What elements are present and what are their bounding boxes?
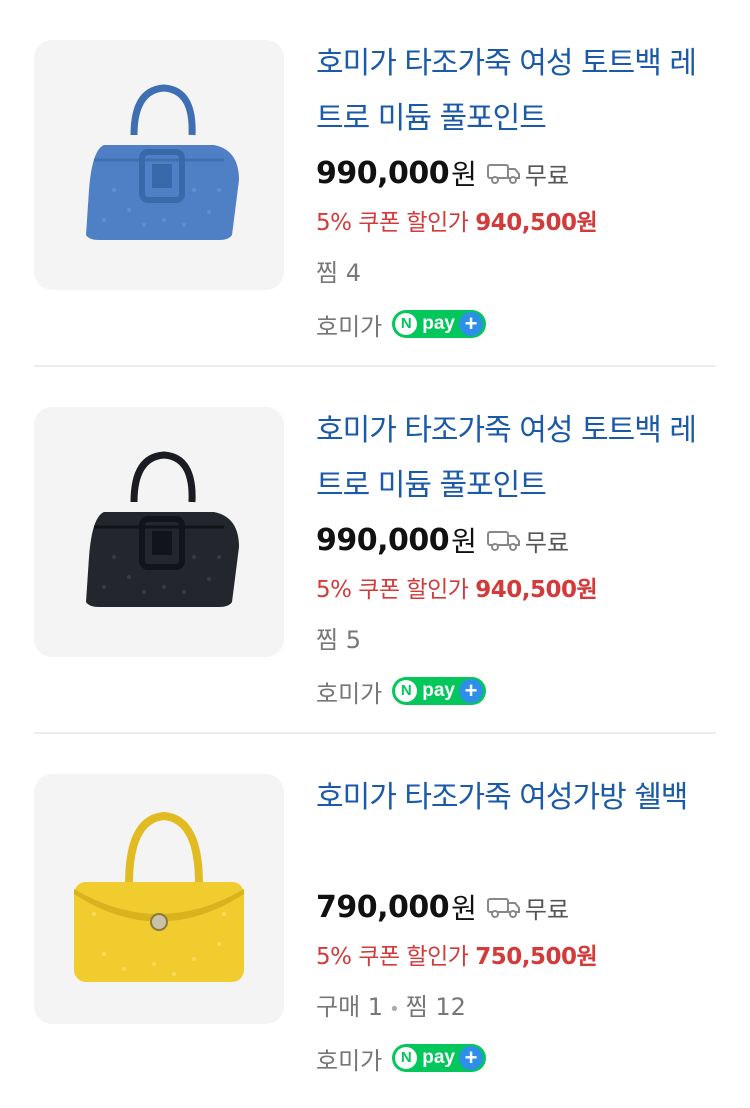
- product-stats: 구매 1 • 찜 12: [316, 982, 716, 1032]
- coupon-price-value: 750,500원: [475, 944, 598, 970]
- coupon-price-value: 940,500원: [475, 210, 598, 236]
- npay-label: pay: [422, 1047, 455, 1068]
- product-title[interactable]: 호미가 타조가죽 여성 토트백 레트로 미듐 풀포인트: [316, 403, 716, 513]
- seller-row: 호미가 Npay +: [316, 1032, 716, 1084]
- shipping-label: 무료: [524, 161, 570, 190]
- price-row: 990,000 원 무료: [316, 515, 716, 565]
- product-title[interactable]: 호미가 타조가죽 여성 토트백 레트로 미듐 풀포인트: [316, 36, 716, 146]
- purchase-count: 구매 1: [316, 993, 384, 1021]
- product-image[interactable]: [34, 774, 284, 1024]
- naver-pay-plus-icon: Npay +: [392, 310, 486, 338]
- truck-icon: [486, 896, 521, 918]
- seller-name[interactable]: 호미가: [316, 674, 382, 709]
- shipping-label: 무료: [524, 528, 570, 557]
- coupon-price: 5% 쿠폰 할인가 940,500원: [316, 198, 716, 248]
- shell-bag-yellow-image: [74, 811, 244, 982]
- product-price: 990,000: [316, 155, 450, 191]
- currency-label: 원: [451, 158, 477, 191]
- product-image[interactable]: [34, 40, 284, 290]
- tote-bag-blue-image: [86, 84, 239, 240]
- seller-row: 호미가 Npay +: [316, 298, 716, 350]
- naver-pay-plus-icon: Npay +: [392, 1044, 486, 1072]
- product-image[interactable]: [34, 407, 284, 657]
- seller-name[interactable]: 호미가: [316, 1041, 382, 1076]
- product-stats: 찜 4: [316, 259, 361, 287]
- currency-label: 원: [451, 892, 477, 925]
- coupon-prefix: 5% 쿠폰 할인가: [316, 210, 476, 236]
- product-info: 호미가 타조가죽 여성 토트백 레트로 미듐 풀포인트 990,000 원 무료 …: [316, 36, 716, 350]
- product-card[interactable]: 호미가 타조가죽 여성 토트백 레트로 미듐 풀포인트 990,000 원 무료 …: [0, 367, 750, 734]
- seller-name[interactable]: 호미가: [316, 307, 382, 342]
- separator-dot: •: [389, 999, 400, 1020]
- truck-icon: [486, 162, 521, 184]
- npay-label: pay: [422, 680, 455, 701]
- coupon-prefix: 5% 쿠폰 할인가: [316, 577, 476, 603]
- truck-icon: [486, 529, 521, 551]
- product-price: 790,000: [316, 889, 450, 925]
- product-info: 호미가 타조가죽 여성가방 쉘백 790,000 원 무료 5% 쿠폰 할인가 7…: [316, 770, 716, 1084]
- wish-count: 찜 12: [405, 993, 466, 1021]
- product-title[interactable]: 호미가 타조가죽 여성가방 쉘백: [316, 770, 716, 880]
- product-list: 호미가 타조가죽 여성 토트백 레트로 미듐 풀포인트 990,000 원 무료 …: [0, 0, 750, 1108]
- npay-label: pay: [422, 313, 455, 334]
- product-info: 호미가 타조가죽 여성 토트백 레트로 미듐 풀포인트 990,000 원 무료 …: [316, 403, 716, 717]
- price-row: 790,000 원 무료: [316, 882, 716, 932]
- coupon-price-value: 940,500원: [475, 577, 598, 603]
- coupon-price: 5% 쿠폰 할인가 940,500원: [316, 565, 716, 615]
- product-card[interactable]: 호미가 타조가죽 여성 토트백 레트로 미듐 풀포인트 990,000 원 무료 …: [0, 0, 750, 367]
- price-row: 990,000 원 무료: [316, 148, 716, 198]
- seller-row: 호미가 Npay +: [316, 665, 716, 717]
- product-stats: 찜 5: [316, 626, 361, 654]
- currency-label: 원: [451, 525, 477, 558]
- shipping-label: 무료: [524, 895, 570, 924]
- naver-pay-plus-icon: Npay +: [392, 677, 486, 705]
- product-price: 990,000: [316, 522, 450, 558]
- product-card[interactable]: 호미가 타조가죽 여성가방 쉘백 790,000 원 무료 5% 쿠폰 할인가 7…: [0, 734, 750, 1099]
- coupon-prefix: 5% 쿠폰 할인가: [316, 944, 476, 970]
- tote-bag-black-image: [86, 451, 239, 607]
- coupon-price: 5% 쿠폰 할인가 750,500원: [316, 932, 716, 982]
